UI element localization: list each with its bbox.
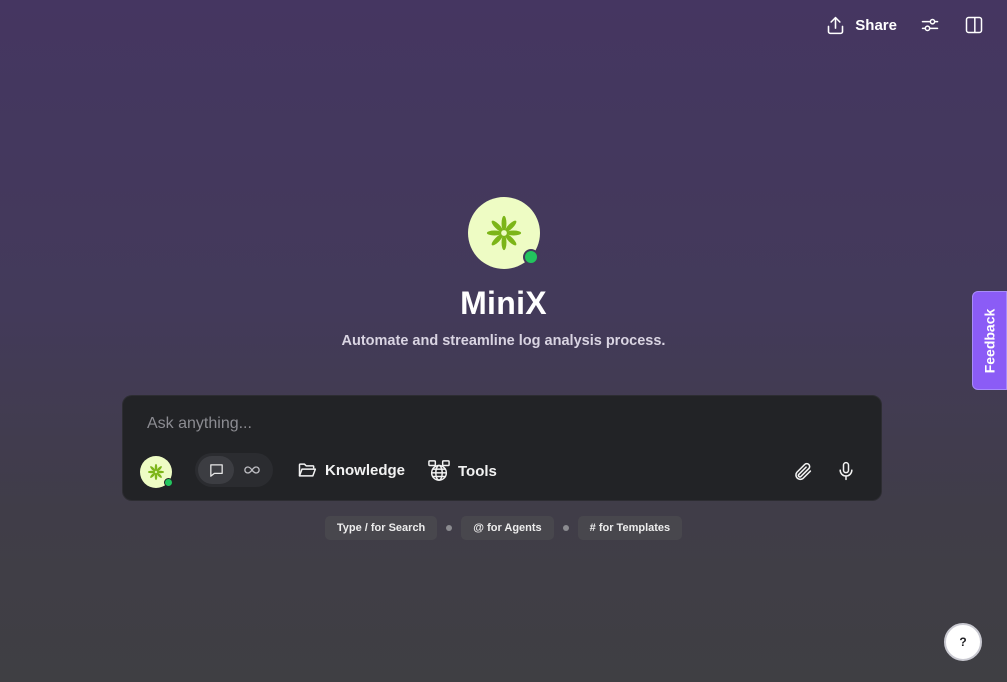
- tools-button[interactable]: Tools: [428, 460, 497, 482]
- toggle-panel-button[interactable]: [963, 14, 985, 36]
- share-button[interactable]: Share: [825, 15, 897, 36]
- globe-tools-icon: [428, 460, 450, 481]
- asterisk-flower-icon: [486, 215, 521, 251]
- microphone-icon: [839, 461, 853, 481]
- top-toolbar: Share: [825, 14, 985, 36]
- hint-agents: @ for Agents: [461, 516, 554, 541]
- share-label: Share: [855, 16, 897, 34]
- folder-open-icon: [298, 463, 317, 477]
- chat-mode-button[interactable]: [198, 456, 234, 484]
- help-label: ?: [959, 635, 967, 649]
- settings-button[interactable]: [919, 14, 941, 36]
- continuous-mode-button[interactable]: [234, 456, 270, 484]
- knowledge-button[interactable]: Knowledge: [297, 460, 405, 480]
- online-status-dot: [164, 478, 173, 487]
- split-panel-icon: [965, 16, 983, 34]
- agent-selector-avatar[interactable]: [140, 456, 173, 488]
- chat-bubble-icon: [209, 463, 223, 477]
- paperclip-icon: [794, 462, 811, 480]
- tools-label: Tools: [458, 462, 497, 480]
- shortcut-hints: Type / for Search @ for Agents # for Tem…: [0, 516, 1007, 541]
- microphone-button[interactable]: [834, 459, 858, 483]
- chat-composer: Knowledge Tools: [122, 395, 882, 501]
- hint-separator: [562, 525, 569, 532]
- mode-toggle: [195, 453, 273, 487]
- infinity-icon: [244, 466, 260, 474]
- agent-hero: MiniX Automate and streamline log analys…: [0, 197, 1007, 349]
- asterisk-flower-icon: [147, 463, 165, 481]
- attach-button[interactable]: [790, 459, 814, 483]
- hint-search: Type / for Search: [324, 516, 438, 541]
- knowledge-label: Knowledge: [325, 461, 406, 479]
- agent-description: Automate and streamline log analysis pro…: [341, 333, 666, 349]
- share-icon: [828, 16, 844, 34]
- feedback-label: Feedback: [981, 308, 998, 373]
- agent-avatar-large: [467, 197, 540, 269]
- online-status-dot: [522, 249, 539, 265]
- hint-templates: # for Templates: [577, 516, 683, 541]
- hint-separator: [446, 525, 453, 532]
- settings-sliders-icon: [921, 18, 939, 32]
- feedback-tab[interactable]: Feedback: [972, 291, 1007, 390]
- help-button[interactable]: ?: [944, 623, 982, 661]
- ask-input[interactable]: [147, 415, 747, 433]
- agent-name: MiniX: [460, 285, 547, 321]
